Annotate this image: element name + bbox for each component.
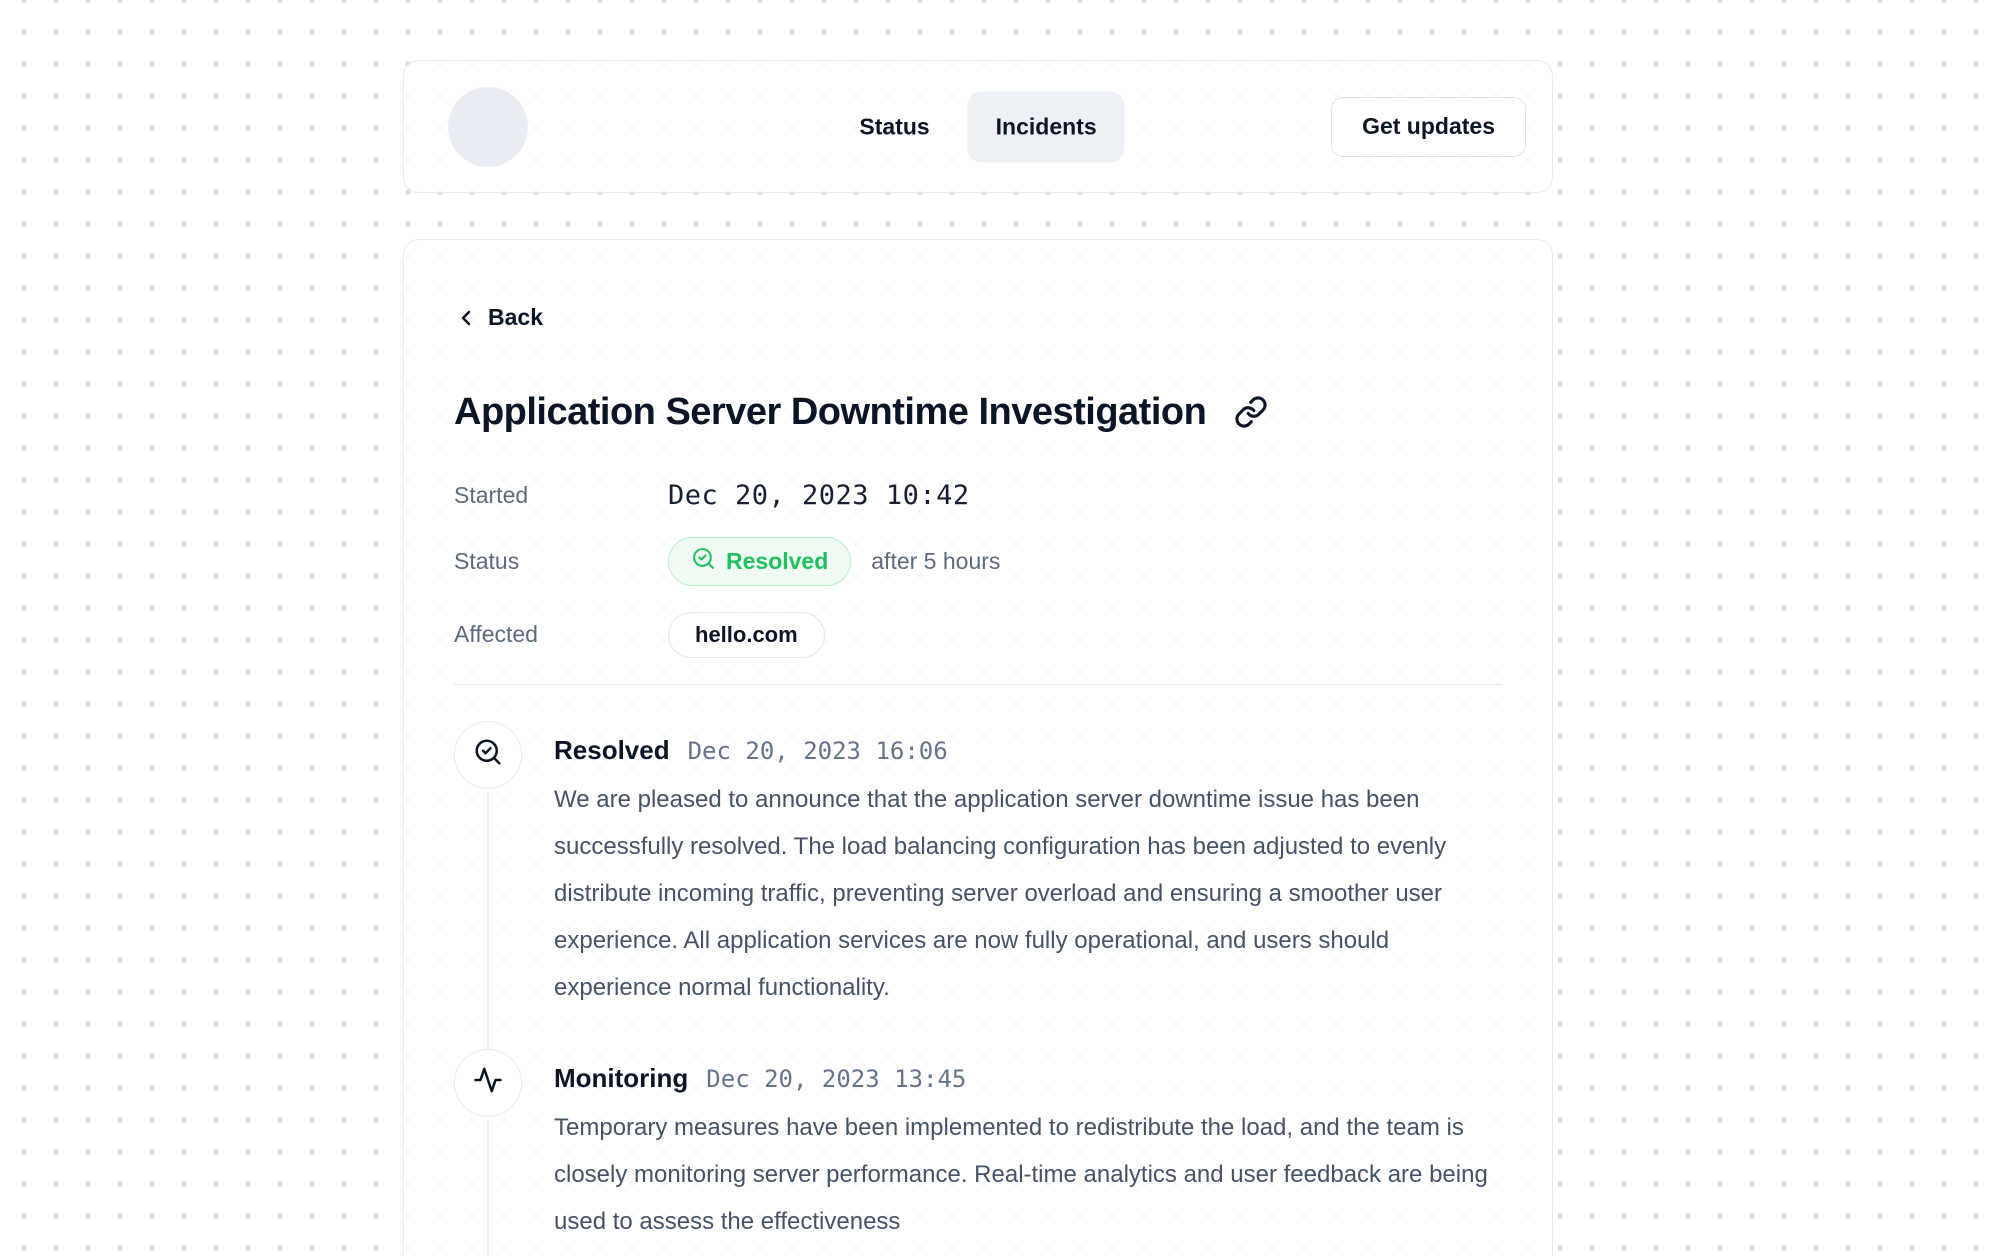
logo-avatar[interactable] [448, 87, 528, 167]
incident-timeline: Resolved Dec 20, 2023 16:06 We are pleas… [454, 721, 1502, 1245]
timeline-item-monitoring: Monitoring Dec 20, 2023 13:45 Temporary … [454, 1049, 1502, 1245]
permalink-link-icon[interactable] [1234, 395, 1268, 429]
started-value: Dec 20, 2023 10:42 [668, 480, 970, 511]
update-status: Resolved [554, 735, 670, 766]
timeline-item-resolved: Resolved Dec 20, 2023 16:06 We are pleas… [454, 721, 1502, 1011]
meta-label-started: Started [454, 482, 668, 509]
update-timestamp: Dec 20, 2023 16:06 [688, 737, 948, 765]
timeline-icon-column [454, 721, 522, 1011]
update-body: Temporary measures have been implemented… [554, 1104, 1502, 1245]
divider [454, 684, 1502, 685]
back-label: Back [488, 304, 543, 331]
search-check-icon [691, 546, 716, 577]
nav-tabs: Status Incidents [831, 91, 1124, 162]
search-check-icon [473, 737, 503, 772]
tab-status[interactable]: Status [831, 91, 957, 162]
update-header: Resolved Dec 20, 2023 16:06 [554, 721, 1502, 766]
tab-incidents[interactable]: Incidents [968, 91, 1125, 162]
chevron-left-icon [454, 306, 478, 330]
update-status: Monitoring [554, 1063, 688, 1094]
status-badge: Resolved [668, 537, 851, 586]
timeline-marker-monitoring [454, 1049, 522, 1117]
update-content: Monitoring Dec 20, 2023 13:45 Temporary … [554, 1049, 1502, 1245]
meta-label-affected: Affected [454, 621, 668, 648]
meta-row-started: Started Dec 20, 2023 10:42 [454, 480, 1502, 511]
status-duration: after 5 hours [871, 548, 1000, 575]
timeline-icon-column [454, 1049, 522, 1245]
top-nav-card: Status Incidents Get updates [403, 60, 1553, 193]
incident-title: Application Server Downtime Investigatio… [454, 391, 1206, 434]
meta-row-status: Status Resolved after 5 hours [454, 537, 1502, 586]
update-body: We are pleased to announce that the appl… [554, 776, 1502, 1011]
title-row: Application Server Downtime Investigatio… [454, 391, 1502, 434]
meta-row-affected: Affected hello.com [454, 612, 1502, 658]
timeline-connector [487, 1119, 489, 1256]
timeline-connector [487, 791, 489, 1050]
update-timestamp: Dec 20, 2023 13:45 [706, 1065, 966, 1093]
incident-meta: Started Dec 20, 2023 10:42 Status Resolv… [454, 480, 1502, 658]
back-link[interactable]: Back [454, 304, 543, 331]
get-updates-button[interactable]: Get updates [1331, 97, 1526, 157]
incident-card: Back Application Server Downtime Investi… [403, 239, 1553, 1256]
timeline-marker-resolved [454, 721, 522, 789]
meta-label-status: Status [454, 548, 668, 575]
update-content: Resolved Dec 20, 2023 16:06 We are pleas… [554, 721, 1502, 1011]
affected-component-badge[interactable]: hello.com [668, 612, 825, 658]
status-badge-label: Resolved [726, 548, 828, 575]
update-header: Monitoring Dec 20, 2023 13:45 [554, 1049, 1502, 1094]
activity-icon [473, 1065, 503, 1100]
